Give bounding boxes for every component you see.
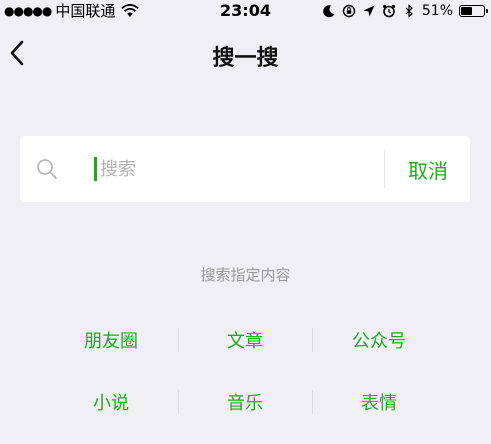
search-icon: [37, 159, 57, 179]
category-novels[interactable]: 小说: [44, 382, 178, 422]
cancel-button[interactable]: 取消: [386, 136, 470, 202]
battery-nub: [486, 9, 488, 13]
orientation-lock-icon: [342, 4, 356, 18]
search-hint: 搜索指定内容: [200, 266, 291, 284]
status-bar: ●●●●● 中国联通 23:04 51%: [0, 0, 491, 22]
search-input[interactable]: [100, 152, 390, 186]
search-divider: [384, 150, 385, 188]
category-row: 朋友圈 文章 公众号: [44, 320, 444, 382]
alarm-icon: [382, 4, 395, 18]
location-icon: [363, 5, 375, 17]
category-stickers[interactable]: 表情: [312, 382, 446, 422]
category-moments[interactable]: 朋友圈: [44, 320, 178, 360]
battery-icon: [459, 5, 488, 17]
page-title: 搜一搜: [212, 46, 279, 71]
battery-level-fill: [461, 7, 472, 15]
moon-icon: [323, 5, 335, 18]
category-grid: 朋友圈 文章 公众号 小说 音乐 表情: [44, 320, 444, 444]
bluetooth-icon: [405, 4, 413, 18]
category-articles[interactable]: 文章: [178, 320, 312, 360]
battery-percent: 51%: [421, 3, 453, 19]
category-row: 小说 音乐 表情: [44, 382, 444, 444]
navigation-bar: 搜一搜: [0, 22, 491, 86]
category-music[interactable]: 音乐: [178, 382, 312, 422]
search-bar: 取消: [20, 136, 470, 202]
text-cursor: [94, 157, 97, 181]
status-right: 51%: [322, 0, 488, 22]
category-official-accounts[interactable]: 公众号: [312, 320, 446, 360]
